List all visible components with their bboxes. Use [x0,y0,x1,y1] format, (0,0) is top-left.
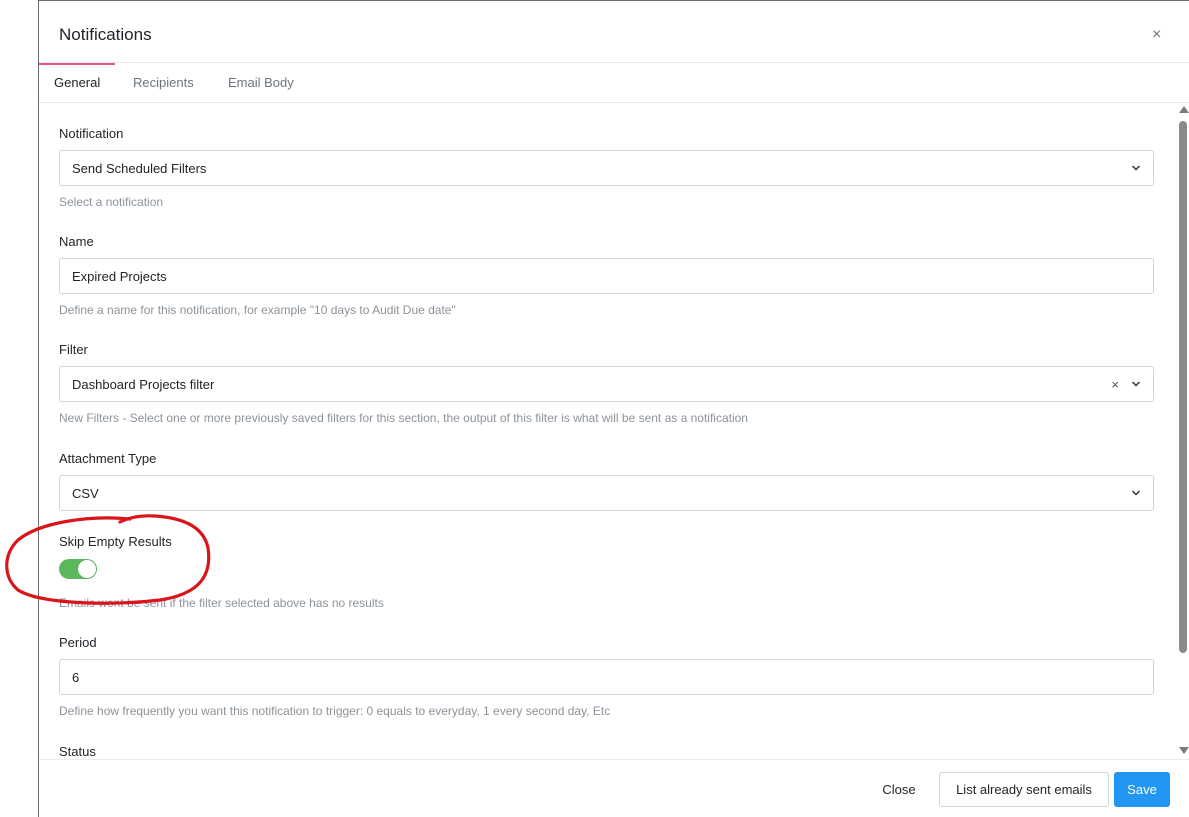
close-icon[interactable]: × [1152,27,1161,43]
name-input-value: Expired Projects [72,268,167,284]
attachment-type-select[interactable]: CSV [59,475,1154,511]
scroll-up-icon[interactable] [1179,106,1189,113]
notification-select[interactable]: Send Scheduled Filters [59,150,1154,186]
list-sent-emails-button[interactable]: List already sent emails [939,772,1109,807]
attachment-type-value: CSV [72,485,99,501]
tab-general[interactable]: General [39,63,116,103]
modal-title: Notifications [59,25,152,44]
notification-label: Notification [59,126,124,141]
skip-empty-label: Skip Empty Results [59,534,172,549]
skip-empty-help: Emails wont be sent if the filter select… [59,596,384,610]
chevron-down-icon [1131,165,1141,171]
modal-header: Notifications × [39,1,1189,63]
toggle-knob [78,560,96,578]
period-input-value: 6 [72,669,80,685]
vertical-scrollbar[interactable] [1176,103,1189,759]
period-label: Period [59,635,97,650]
notification-help: Select a notification [59,195,164,209]
tab-email-body[interactable]: Email Body [213,63,309,103]
attachment-type-label: Attachment Type [59,451,157,466]
scroll-down-icon[interactable] [1179,747,1189,754]
modal-body: Notification Send Scheduled Filters Sele… [39,103,1189,759]
close-button[interactable]: Close [871,772,927,807]
status-label: Status [59,744,96,759]
chevron-down-icon [1131,490,1141,496]
tab-bar: General Recipients Email Body [39,63,1189,103]
clear-icon[interactable]: × [1111,378,1119,391]
filter-select-value: Dashboard Projects filter [72,376,215,392]
scrollbar-thumb[interactable] [1179,121,1187,653]
period-input[interactable]: 6 [59,659,1154,695]
filter-help: New Filters - Select one or more previou… [59,411,748,425]
save-button[interactable]: Save [1114,772,1170,807]
chevron-down-icon [1131,381,1141,387]
filter-label: Filter [59,342,88,357]
notification-select-value: Send Scheduled Filters [72,160,207,176]
skip-empty-toggle[interactable] [59,559,97,579]
name-help: Define a name for this notification, for… [59,303,456,317]
notifications-modal: Notifications × General Recipients Email… [38,0,1189,817]
tab-recipients[interactable]: Recipients [118,63,209,103]
modal-footer: Close List already sent emails Save [39,759,1189,817]
filter-select[interactable]: Dashboard Projects filter × [59,366,1154,402]
name-input[interactable]: Expired Projects [59,258,1154,294]
name-label: Name [59,234,94,249]
period-help: Define how frequently you want this noti… [59,704,611,718]
background-page [0,0,38,817]
